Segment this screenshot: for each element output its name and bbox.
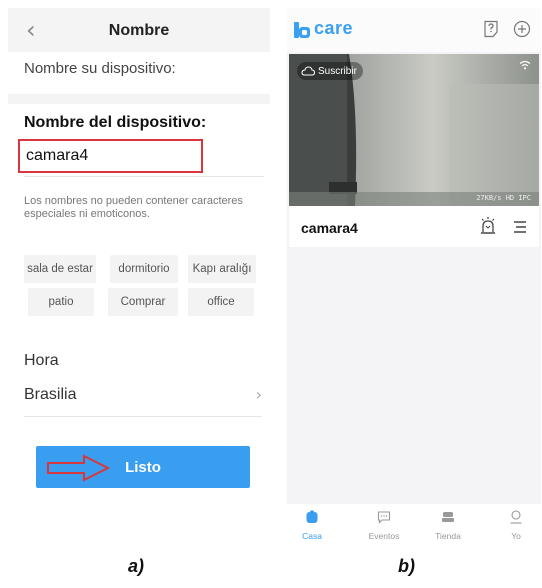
tab-tienda[interactable]: Tienda: [423, 510, 473, 541]
brand-name: care: [314, 18, 354, 38]
subtitle: Nombre su dispositivo:: [24, 60, 176, 77]
caption-a: a): [128, 556, 145, 576]
suggestion-chip[interactable]: patio: [28, 288, 94, 316]
header-bar: ‹ Nombre: [8, 8, 270, 52]
care-logo-icon: [294, 21, 310, 38]
wifi-icon: [519, 60, 531, 70]
input-underline: [24, 176, 264, 177]
suggestion-chip[interactable]: office: [188, 288, 254, 316]
device-name-input[interactable]: [18, 139, 203, 173]
subscribe-button[interactable]: Suscribir: [297, 62, 363, 80]
name-rules-hint: Los nombres no pueden contener caractere…: [24, 195, 243, 220]
device-name-label: Nombre del dispositivo:: [24, 114, 207, 131]
tab-eventos[interactable]: Eventos: [359, 510, 409, 541]
suggestion-chip[interactable]: dormitorio: [110, 255, 178, 283]
cloud-icon: [301, 66, 315, 76]
top-bar: care: [287, 8, 541, 52]
page-title: Nombre: [108, 22, 170, 39]
bottom-tab-bar: Casa Eventos Tienda Yo: [287, 504, 541, 548]
section-divider: [8, 94, 270, 104]
home-icon: [306, 510, 318, 523]
timezone-selector[interactable]: Brasilia ›: [24, 384, 262, 410]
caption-b: b): [398, 556, 415, 576]
brand-logo: care: [293, 18, 353, 39]
red-arrow-annotation-icon: [47, 454, 111, 482]
help-icon[interactable]: [483, 20, 499, 38]
suggestion-chip[interactable]: sala de estar: [24, 255, 96, 283]
time-label: Hora: [24, 352, 59, 369]
tab-label: Casa: [302, 531, 322, 541]
camera-name: camara4: [301, 220, 358, 236]
add-icon[interactable]: [513, 20, 531, 38]
alarm-icon[interactable]: [479, 216, 497, 236]
tab-yo[interactable]: Yo: [491, 510, 541, 541]
camera-card[interactable]: Suscribir 27KB/s HD IPC camara4: [289, 54, 539, 247]
tab-casa[interactable]: Casa: [287, 510, 337, 541]
user-icon: [510, 510, 522, 524]
bitrate-overlay: 27KB/s HD IPC: [476, 194, 531, 202]
store-icon: [442, 512, 454, 522]
tab-label: Tienda: [435, 531, 461, 541]
device-name-screen: ‹ Nombre Nombre su dispositivo: Nombre d…: [8, 8, 270, 538]
chevron-right-icon: ›: [255, 385, 262, 404]
suggestion-chip[interactable]: Comprar: [108, 288, 178, 316]
suggestion-chip[interactable]: Kapı aralığı: [188, 255, 256, 283]
timezone-value: Brasilia: [24, 386, 77, 403]
message-icon: [377, 511, 391, 524]
tab-label: Yo: [511, 531, 521, 541]
subscribe-label: Suscribir: [318, 65, 357, 77]
timezone-underline: [24, 416, 262, 417]
tab-label: Eventos: [368, 531, 400, 541]
home-screen: care Suscribir 27KB/s HD IPC camara4 Cas…: [287, 8, 541, 548]
menu-icon[interactable]: [513, 220, 527, 234]
camera-feed-preview[interactable]: Suscribir 27KB/s HD IPC: [289, 54, 539, 206]
